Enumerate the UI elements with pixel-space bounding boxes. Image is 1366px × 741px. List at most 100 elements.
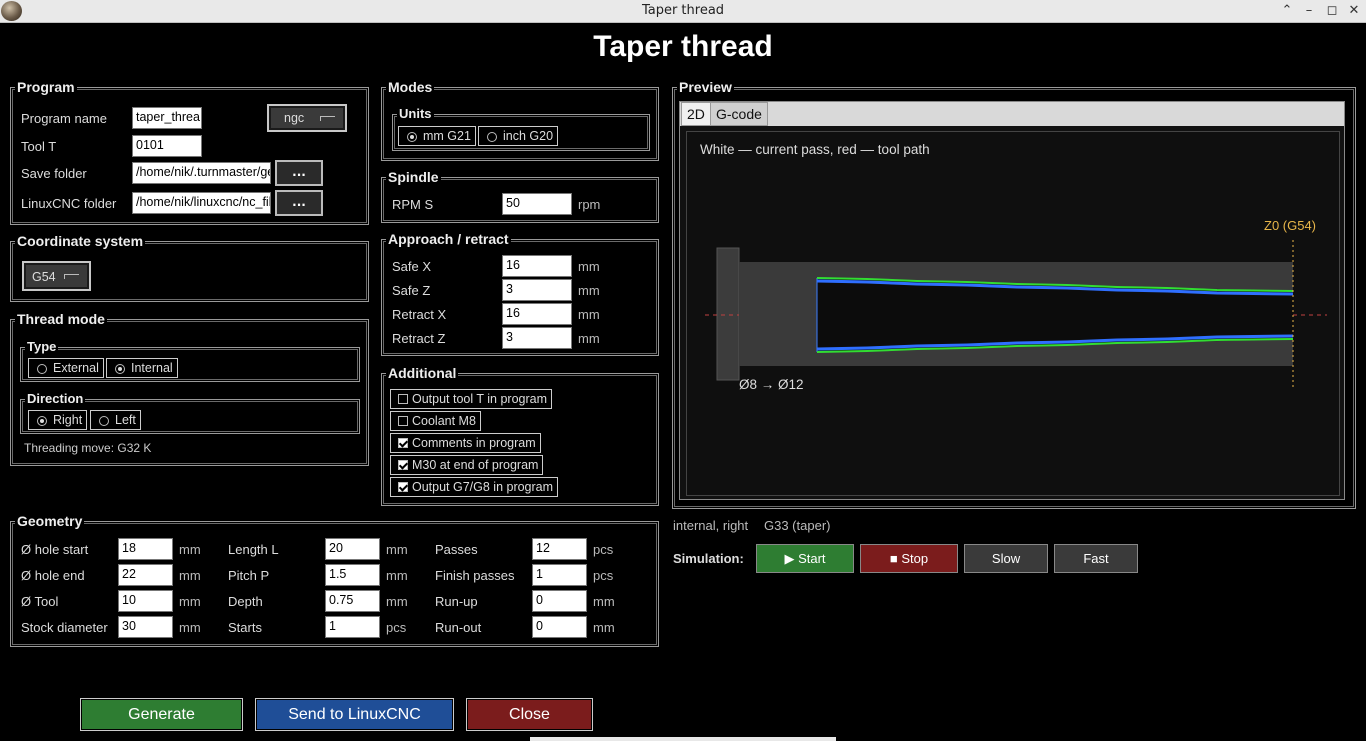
check-g7g8[interactable]: Output G7/G8 in program bbox=[390, 477, 559, 497]
radio-internal[interactable]: Internal bbox=[106, 358, 178, 378]
stock-dia-unit: mm bbox=[179, 620, 201, 635]
page-title: Taper thread bbox=[593, 30, 773, 63]
safe-x-input[interactable]: 16 bbox=[502, 255, 572, 277]
radio-external-label: External bbox=[53, 361, 99, 375]
run-up-unit: mm bbox=[593, 594, 615, 609]
threading-move-text: Threading move: G32 K bbox=[24, 441, 152, 455]
run-up-label: Run-up bbox=[435, 594, 478, 609]
radio-mm-g21[interactable]: mm G21 bbox=[398, 126, 476, 146]
finish-passes-input[interactable]: 1 bbox=[532, 564, 587, 586]
window-title: Taper thread bbox=[641, 3, 725, 18]
maximize-up-icon[interactable]: ⌃ bbox=[1278, 2, 1296, 20]
radio-external[interactable]: External bbox=[28, 358, 104, 378]
coordinate-system-select[interactable]: G54 bbox=[22, 261, 91, 291]
radio-indicator-icon bbox=[99, 416, 109, 426]
generate-button[interactable]: Generate bbox=[80, 698, 243, 731]
thread-mode-label: Thread mode bbox=[15, 310, 107, 328]
retract-z-input[interactable]: 3 bbox=[502, 327, 572, 349]
close-icon[interactable]: ✕ bbox=[1345, 2, 1363, 20]
check-coolant[interactable]: Coolant M8 bbox=[390, 411, 481, 431]
radio-right[interactable]: Right bbox=[28, 410, 88, 430]
run-up-input[interactable]: 0 bbox=[532, 590, 587, 612]
sim-start-button[interactable]: ▶ Start bbox=[756, 544, 854, 573]
safe-x-unit: mm bbox=[578, 259, 600, 274]
rpm-input[interactable]: 50 bbox=[502, 193, 572, 215]
tab-gcode[interactable]: G-code bbox=[710, 102, 768, 126]
send-to-linuxcnc-button[interactable]: Send to LinuxCNC bbox=[255, 698, 454, 731]
radio-indicator-icon bbox=[407, 132, 417, 142]
retract-x-unit: mm bbox=[578, 307, 600, 322]
tool-t-input[interactable]: 0101 bbox=[132, 135, 202, 157]
program-name-input[interactable]: taper_threa bbox=[132, 107, 202, 129]
check-comments[interactable]: Comments in program bbox=[390, 433, 541, 453]
radio-indicator-icon bbox=[37, 364, 47, 374]
checkbox-checked-icon bbox=[398, 438, 408, 448]
browse-save-button[interactable]: ... bbox=[275, 160, 323, 186]
radio-indicator-icon bbox=[115, 364, 125, 374]
rpm-unit: rpm bbox=[578, 197, 601, 212]
geometry-label: Geometry bbox=[15, 512, 85, 530]
radio-inch-label: inch G20 bbox=[503, 129, 554, 143]
hole-end-input[interactable]: 22 bbox=[118, 564, 173, 586]
checkbox-icon bbox=[398, 416, 408, 426]
browse-linuxcnc-button[interactable]: ... bbox=[275, 190, 323, 216]
dropdown-indicator-icon bbox=[320, 116, 335, 121]
linuxcnc-folder-label: LinuxCNC folder bbox=[21, 196, 117, 211]
save-folder-input[interactable]: /home/nik/.turnmaster/ge bbox=[132, 162, 271, 184]
length-unit: mm bbox=[386, 542, 408, 557]
retract-z-label: Retract Z bbox=[392, 331, 446, 346]
sim-stop-button[interactable]: ■ Stop bbox=[860, 544, 958, 573]
depth-label: Depth bbox=[228, 594, 263, 609]
check-m30[interactable]: M30 at end of program bbox=[390, 455, 544, 475]
tool-dia-label: Ø Tool bbox=[21, 594, 59, 609]
radio-indicator-icon bbox=[37, 416, 47, 426]
length-label: Length L bbox=[228, 542, 279, 557]
tab-2d[interactable]: 2D bbox=[681, 102, 711, 126]
save-folder-label: Save folder bbox=[21, 166, 87, 181]
finish-passes-unit: pcs bbox=[593, 568, 614, 583]
radio-left-label: Left bbox=[115, 413, 136, 427]
bottom-edge-bar bbox=[530, 737, 836, 741]
depth-input[interactable]: 0.75 bbox=[325, 590, 380, 612]
tool-dia-input[interactable]: 10 bbox=[118, 590, 173, 612]
safe-z-input[interactable]: 3 bbox=[502, 279, 572, 301]
length-input[interactable]: 20 bbox=[325, 538, 380, 560]
linuxcnc-folder-input[interactable]: /home/nik/linuxcnc/nc_fil bbox=[132, 192, 271, 214]
passes-input[interactable]: 12 bbox=[532, 538, 587, 560]
diameter-label: Ø8 → Ø12 bbox=[739, 377, 804, 392]
close-button[interactable]: Close bbox=[466, 698, 593, 731]
radio-left[interactable]: Left bbox=[90, 410, 141, 430]
extension-select[interactable]: ngc bbox=[267, 104, 347, 132]
pitch-input[interactable]: 1.5 bbox=[325, 564, 380, 586]
minimize-icon[interactable]: – bbox=[1300, 2, 1318, 20]
coordinate-system-label: Coordinate system bbox=[15, 232, 146, 250]
stock-dia-input[interactable]: 30 bbox=[118, 616, 173, 638]
preview-canvas: White — current pass, red — tool path Z0… bbox=[686, 131, 1340, 496]
restore-icon[interactable]: ◻ bbox=[1323, 2, 1341, 20]
check-output-tool-label: Output tool T in program bbox=[412, 392, 548, 406]
type-label: Type bbox=[25, 338, 59, 356]
direction-label: Direction bbox=[25, 390, 86, 408]
hole-start-label: Ø hole start bbox=[21, 542, 89, 557]
hole-end-unit: mm bbox=[179, 568, 201, 583]
checkbox-checked-icon bbox=[398, 482, 408, 492]
retract-x-input[interactable]: 16 bbox=[502, 303, 572, 325]
status-command: G33 (taper) bbox=[764, 518, 831, 533]
retract-x-label: Retract X bbox=[392, 307, 447, 322]
check-coolant-label: Coolant M8 bbox=[412, 414, 476, 428]
run-out-input[interactable]: 0 bbox=[532, 616, 587, 638]
pitch-unit: mm bbox=[386, 568, 408, 583]
simulation-label: Simulation: bbox=[673, 551, 744, 566]
hole-start-input[interactable]: 18 bbox=[118, 538, 173, 560]
check-output-tool[interactable]: Output tool T in program bbox=[390, 389, 553, 409]
sim-slow-button[interactable]: Slow bbox=[964, 544, 1048, 573]
safe-x-label: Safe X bbox=[392, 259, 432, 274]
hole-end-label: Ø hole end bbox=[21, 568, 85, 583]
safe-z-label: Safe Z bbox=[392, 283, 431, 298]
radio-inch-g20[interactable]: inch G20 bbox=[478, 126, 559, 146]
starts-label: Starts bbox=[228, 620, 262, 635]
starts-input[interactable]: 1 bbox=[325, 616, 380, 638]
dropdown-indicator-icon bbox=[64, 274, 79, 279]
preview-label: Preview bbox=[677, 78, 734, 96]
sim-fast-button[interactable]: Fast bbox=[1054, 544, 1138, 573]
